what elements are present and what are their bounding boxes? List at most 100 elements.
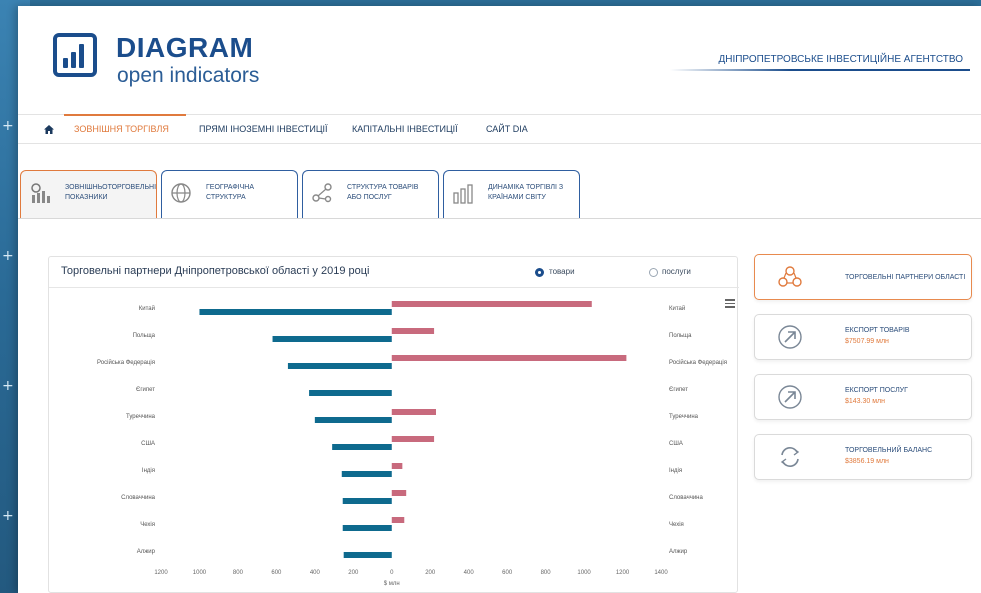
category-label-left: США	[141, 441, 155, 447]
x-tick-label: 400	[464, 570, 475, 576]
x-tick-label: 0	[390, 570, 394, 576]
chart-bar[interactable]	[391, 301, 592, 307]
chart-bar[interactable]	[391, 409, 436, 415]
side-card-value: $143.30 млн	[845, 398, 886, 405]
category-label-left: Чехія	[140, 522, 155, 528]
home-icon[interactable]	[44, 125, 54, 134]
tabs-divider	[18, 218, 981, 219]
chart-bar[interactable]	[391, 436, 435, 442]
category-label-left: Російська Федерація	[97, 359, 155, 366]
balance-cycle-icon	[780, 447, 800, 467]
x-tick-label: 1000	[577, 570, 591, 576]
chart-bar[interactable]	[199, 309, 392, 315]
x-tick-label: 800	[233, 570, 244, 576]
chart-bar[interactable]	[314, 417, 392, 423]
category-label-right: Словаччина	[669, 495, 703, 501]
side-card-label: ЕКСПОРТ ПОСЛУГ	[845, 387, 908, 394]
main-nav: ЗОВНІШНЯ ТОРГІВЛЯ ПРЯМІ ІНОЗЕМНІ ІНВЕСТИ…	[18, 114, 981, 144]
tab-label: ГЕОГРАФІЧНА СТРУКТУРА	[206, 184, 254, 201]
brand-title[interactable]: DIAGRAM	[116, 32, 253, 64]
indicators-icon	[31, 183, 50, 203]
x-tick-label: 200	[348, 570, 359, 576]
plus-icon: +	[2, 508, 14, 524]
brand-subtitle: open indicators	[117, 64, 260, 87]
x-tick-label: 400	[310, 570, 321, 576]
chart-card: Торговельні партнери Дніпропетровської о…	[48, 256, 739, 593]
category-label-right: Туреччина	[669, 414, 699, 420]
tab-trade-indicators[interactable]: ЗОВНІШНЬОТОРГОВЕЛЬНІ ПОКАЗНИКИ	[20, 170, 157, 218]
category-label-right: Російська Федерація	[669, 359, 727, 366]
side-card-export-services[interactable]: ЕКСПОРТ ПОСЛУГ $143.30 млн	[754, 374, 972, 420]
side-card-export-goods[interactable]: ЕКСПОРТ ТОВАРІВ $7507.99 млн	[754, 314, 972, 360]
chart-bar[interactable]	[391, 328, 435, 334]
category-label-left: Єгипет	[136, 387, 155, 393]
plus-icon: +	[2, 378, 14, 394]
side-card-value: $3856.19 млн	[845, 458, 889, 465]
agency-underline	[670, 69, 970, 71]
chart-bar[interactable]	[342, 525, 392, 531]
tab-goods-services-structure[interactable]: СТРУКТУРА ТОВАРІВ АБО ПОСЛУГ	[302, 170, 439, 218]
butterfly-bar-chart: Китай Китай Польща Польща Російська Федераці…	[97, 301, 727, 587]
chart-bar[interactable]	[332, 444, 392, 450]
tab-label: СТРУКТУРА ТОВАРІВ АБО ПОСЛУГ	[347, 184, 419, 201]
x-tick-label: 1200	[616, 570, 630, 576]
category-label-right: Чехія	[669, 522, 684, 528]
plus-icon: +	[2, 118, 14, 134]
tab-label: ЗОВНІШНЬОТОРГОВЕЛЬНІ ПОКАЗНИКИ	[65, 184, 157, 201]
x-tick-label: 1000	[193, 570, 207, 576]
chart-bar[interactable]	[272, 336, 392, 342]
side-card-value: $7507.99 млн	[845, 338, 889, 345]
chart-bar[interactable]	[309, 390, 392, 396]
category-label-left: Китай	[139, 305, 155, 312]
category-label-left: Словаччина	[121, 495, 155, 501]
side-card-trade-balance[interactable]: ТОРГОВЕЛЬНИЙ БАЛАНС $3856.19 млн	[754, 434, 972, 480]
x-tick-label: 1400	[654, 570, 668, 576]
category-label-right: Китай	[669, 305, 685, 312]
chart-bar[interactable]	[391, 355, 627, 361]
agency-name[interactable]: ДНІПРОПЕТРОВСЬКЕ ІНВЕСТИЦІЙНЕ АГЕНТСТВО	[718, 54, 963, 65]
x-axis-label: $ млн	[384, 581, 400, 587]
chart-bar[interactable]	[391, 463, 403, 469]
side-card-label: ТОРГОВЕЛЬНИЙ БАЛАНС	[845, 447, 933, 454]
tab-label: ДИНАМІКА ТОРГІВЛІ З КРАЇНАМИ СВІТУ	[488, 184, 564, 201]
category-label-right: Індія	[669, 468, 682, 474]
chart-bar[interactable]	[343, 552, 392, 558]
logo-icon[interactable]	[53, 33, 97, 77]
nav-item-site-dia[interactable]: САЙТ DIA	[486, 124, 528, 134]
x-tick-label: 600	[271, 570, 282, 576]
category-label-left: Туреччина	[126, 414, 156, 420]
structure-icon	[312, 183, 332, 203]
chart-bar[interactable]	[391, 490, 407, 496]
chart-bar[interactable]	[287, 363, 392, 369]
export-arrow-icon	[778, 385, 802, 409]
side-card-label: ТОРГОВЕЛЬНІ ПАРТНЕРИ ОБЛАСТІ	[845, 274, 966, 281]
chart-bar[interactable]	[341, 471, 392, 477]
chart-bar[interactable]	[342, 498, 392, 504]
plus-icon: +	[2, 248, 14, 264]
x-tick-label: 200	[425, 570, 436, 576]
partners-icon	[778, 266, 802, 287]
category-label-right: Польща	[669, 333, 692, 339]
nav-item-fdi[interactable]: ПРЯМІ ІНОЗЕМНІ ІНВЕСТИЦІЇ	[199, 124, 328, 134]
chart-bar[interactable]	[391, 517, 405, 523]
x-tick-label: 600	[502, 570, 513, 576]
x-tick-label: 800	[541, 570, 552, 576]
nav-item-capital-investments[interactable]: КАПІТАЛЬНІ ІНВЕСТИЦІЇ	[352, 124, 458, 134]
category-label-right: Єгипет	[669, 387, 688, 393]
nav-item-foreign-trade[interactable]: ЗОВНІШНЯ ТОРГІВЛЯ	[74, 124, 169, 134]
x-tick-label: 1200	[154, 570, 168, 576]
globe-icon	[171, 183, 191, 203]
tab-trade-dynamics[interactable]: ДИНАМІКА ТОРГІВЛІ З КРАЇНАМИ СВІТУ	[443, 170, 580, 218]
category-label-right: Алжир	[669, 549, 688, 555]
tab-geographic-structure[interactable]: ГЕОГРАФІЧНА СТРУКТУРА	[161, 170, 298, 218]
nav-active-indicator	[64, 114, 186, 116]
category-label-right: США	[669, 441, 683, 447]
export-arrow-icon	[778, 325, 802, 349]
page: DIAGRAM open indicators ДНІПРОПЕТРОВСЬКЕ…	[18, 6, 981, 593]
dynamics-icon	[453, 184, 473, 204]
side-card-label: ЕКСПОРТ ТОВАРІВ	[845, 327, 910, 334]
side-card-partners[interactable]: ТОРГОВЕЛЬНІ ПАРТНЕРИ ОБЛАСТІ	[754, 254, 972, 300]
category-label-left: Польща	[133, 333, 156, 339]
category-label-left: Індія	[142, 468, 155, 474]
category-label-left: Алжир	[137, 549, 156, 555]
